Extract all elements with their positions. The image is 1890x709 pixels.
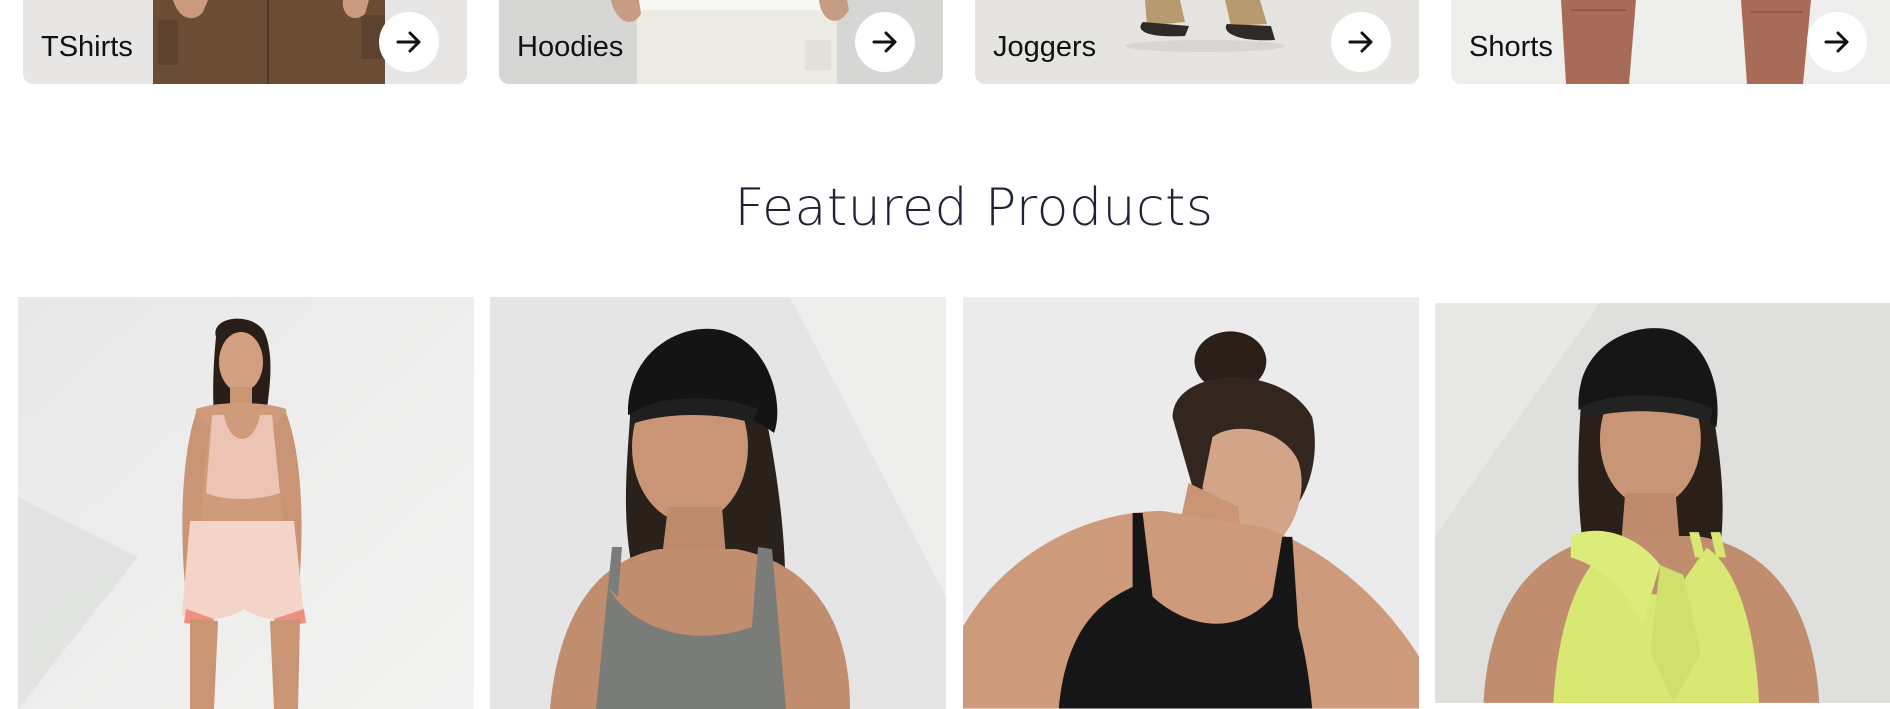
arrow-right-icon[interactable] bbox=[379, 12, 439, 72]
arrow-right-icon[interactable] bbox=[855, 12, 915, 72]
category-label: Joggers bbox=[993, 31, 1097, 63]
product-card[interactable] bbox=[1435, 297, 1890, 709]
category-card-hoodies[interactable]: Hoodies bbox=[499, 0, 943, 84]
product-image bbox=[490, 297, 946, 709]
product-image bbox=[18, 297, 474, 709]
arrow-right-icon[interactable] bbox=[1331, 12, 1391, 72]
category-card-joggers[interactable]: Joggers bbox=[975, 0, 1419, 84]
category-label: Hoodies bbox=[517, 31, 624, 63]
product-image bbox=[1435, 303, 1890, 703]
section-title: Featured Products bbox=[734, 178, 1214, 238]
featured-products-grid bbox=[0, 297, 1890, 709]
product-card[interactable] bbox=[18, 297, 474, 709]
category-card-tshirts[interactable]: TShirts bbox=[23, 0, 467, 84]
category-label: TShirts bbox=[41, 31, 133, 63]
arrow-right-icon[interactable] bbox=[1807, 12, 1867, 72]
category-label: Shorts bbox=[1469, 31, 1553, 63]
product-card[interactable] bbox=[490, 297, 946, 709]
category-card-shorts[interactable]: Shorts bbox=[1451, 0, 1890, 84]
category-strip: TShirts Hoodies Joggers Shorts bbox=[0, 0, 1890, 84]
product-card[interactable] bbox=[963, 297, 1420, 709]
product-image bbox=[963, 297, 1419, 709]
